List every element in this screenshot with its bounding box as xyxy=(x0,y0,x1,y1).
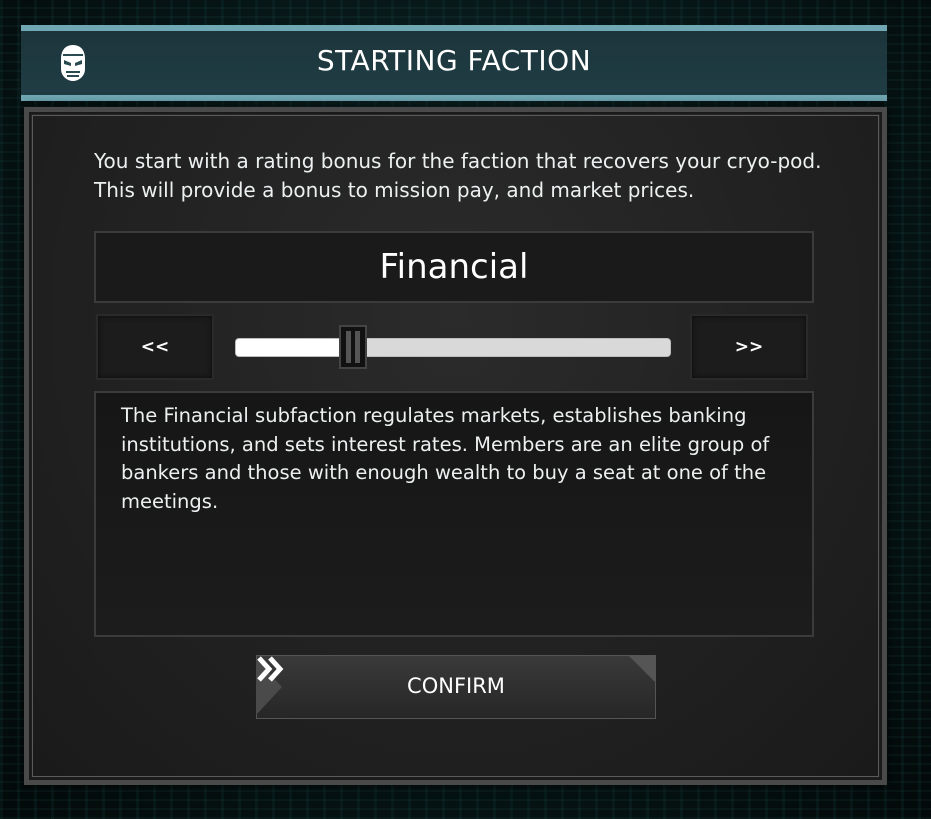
faction-description-text: The Financial subfaction regulates marke… xyxy=(121,404,770,513)
intro-line-1: You start with a rating bonus for the fa… xyxy=(94,149,822,173)
selected-faction-name: Financial xyxy=(379,247,529,287)
selected-faction-box: Financial xyxy=(94,231,814,303)
faction-slider-thumb[interactable] xyxy=(339,325,367,369)
intro-text: You start with a rating bonus for the fa… xyxy=(94,147,834,205)
previous-faction-button[interactable]: << xyxy=(96,314,214,380)
faction-description-box: The Financial subfaction regulates marke… xyxy=(94,391,814,637)
confirm-label: CONFIRM xyxy=(407,674,505,698)
faction-slider-fill xyxy=(236,339,345,356)
faction-slider-track[interactable] xyxy=(235,338,671,357)
dialog-title: STARTING FACTION xyxy=(316,44,592,77)
title-bar: STARTING FACTION xyxy=(21,25,887,101)
confirm-button[interactable]: CONFIRM xyxy=(256,655,656,719)
intro-line-2: This will provide a bonus to mission pay… xyxy=(94,178,695,202)
next-faction-button[interactable]: >> xyxy=(690,314,808,380)
